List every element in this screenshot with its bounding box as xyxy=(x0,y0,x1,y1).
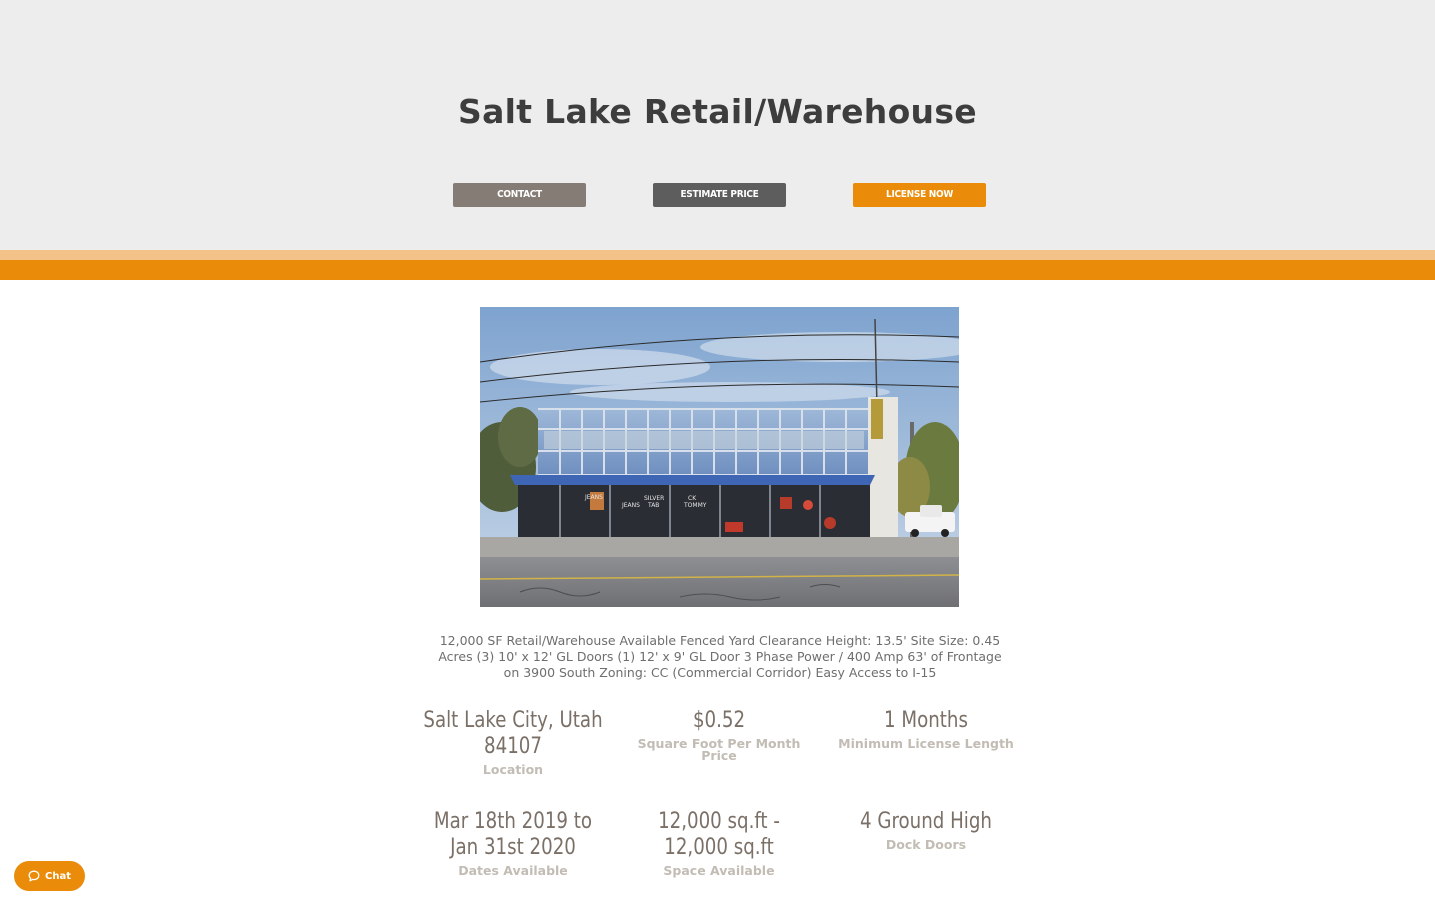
stat-value: 12,000 sq.ft - 12,000 sq.ft xyxy=(658,809,780,860)
sign-jeans-1: JEANS xyxy=(584,494,603,501)
stat-price: $0.52 Square Foot Per Month Price xyxy=(619,708,819,762)
contact-button[interactable]: CONTACT xyxy=(453,183,586,207)
license-now-button[interactable]: LICENSE NOW xyxy=(853,183,986,207)
stat-dates: Mar 18th 2019 to Jan 31st 2020 Dates Ava… xyxy=(413,809,613,877)
chat-button[interactable]: Chat xyxy=(14,861,85,891)
sign-silver: SILVER xyxy=(644,495,664,502)
stat-value: 4 Ground High xyxy=(860,809,992,834)
stat-value: $0.52 xyxy=(692,708,746,733)
stat-label: Space Available xyxy=(663,863,775,878)
stat-value: Mar 18th 2019 to Jan 31st 2020 xyxy=(433,809,593,860)
stat-label: Dates Available xyxy=(458,863,568,878)
sign-ck: CK xyxy=(688,495,697,502)
hero-header: Salt Lake Retail/Warehouse CONTACT ESTIM… xyxy=(0,0,1435,250)
page-title: Salt Lake Retail/Warehouse xyxy=(458,92,977,131)
stat-space: 12,000 sq.ft - 12,000 sq.ft Space Availa… xyxy=(619,809,819,877)
sign-tommy: TOMMY xyxy=(683,502,707,509)
stat-value: 1 Months xyxy=(884,708,968,733)
property-photo: JEANS JEANS SILVER TAB CK TOMMY xyxy=(480,307,959,607)
estimate-price-button[interactable]: ESTIMATE PRICE xyxy=(653,183,786,207)
stat-label: Minimum License Length xyxy=(838,736,1014,751)
stat-min-license: 1 Months Minimum License Length xyxy=(826,708,1026,750)
chat-bubble-icon xyxy=(28,870,40,882)
chat-label: Chat xyxy=(45,870,71,882)
stat-location: Salt Lake City, Utah 84107 Location xyxy=(413,708,613,776)
property-description: 12,000 SF Retail/Warehouse Available Fen… xyxy=(438,633,1002,680)
stat-value: Salt Lake City, Utah 84107 xyxy=(423,708,603,759)
sign-tab: TAB xyxy=(647,502,659,509)
stat-label: Dock Doors xyxy=(885,837,967,852)
stat-label: Square Foot Per Month Price xyxy=(637,736,801,763)
sign-jeans-2: JEANS xyxy=(621,502,640,509)
accent-stripe-light xyxy=(0,250,1435,260)
accent-stripe-dark xyxy=(0,260,1435,280)
stat-label: Location xyxy=(482,762,544,777)
stat-dock-doors: 4 Ground High Dock Doors xyxy=(826,809,1026,851)
